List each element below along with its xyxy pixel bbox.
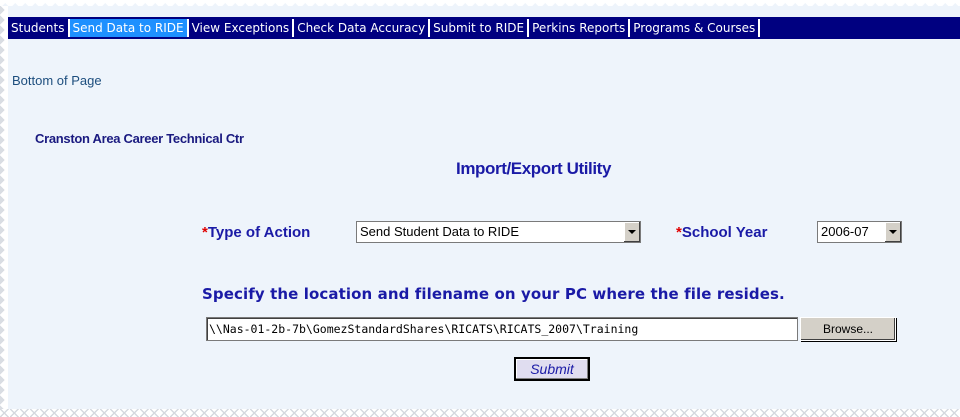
nav-item-view-exceptions[interactable]: View Exceptions — [189, 19, 295, 37]
page-edge-bottom — [0, 409, 960, 417]
top-nav: Students Send Data to RIDE View Exceptions… — [8, 17, 960, 39]
type-of-action-select[interactable]: Send Student Data to RIDE — [356, 221, 641, 243]
page-title: Import/Export Utility — [456, 159, 611, 178]
school-year-label: *School Year — [676, 224, 767, 241]
nav-item-send-data-to-ride[interactable]: Send Data to RIDE — [69, 19, 189, 37]
file-path-input[interactable]: \\Nas-01-2b-7b\GomezStandardShares\RICAT… — [206, 317, 798, 341]
nav-item-perkins-reports[interactable]: Perkins Reports — [529, 19, 631, 37]
browse-button[interactable]: Browse... — [800, 317, 896, 341]
chevron-down-icon[interactable] — [884, 222, 901, 242]
type-of-action-label: *Type of Action — [202, 224, 310, 241]
type-of-action-label-text: Type of Action — [207, 224, 311, 241]
page-edge-left — [0, 0, 8, 417]
bottom-of-page-link[interactable]: Bottom of Page — [12, 73, 102, 88]
nav-item-students[interactable]: Students — [8, 19, 70, 37]
school-year-value: 2006-07 — [821, 224, 869, 239]
school-year-select[interactable]: 2006-07 — [817, 221, 902, 243]
organization-name: Cranston Area Career Technical Ctr — [35, 131, 244, 146]
nav-item-check-data-accuracy[interactable]: Check Data Accuracy — [294, 19, 431, 37]
type-of-action-value: Send Student Data to RIDE — [360, 224, 519, 239]
chevron-down-icon[interactable] — [623, 222, 640, 242]
file-location-prompt: Specify the location and filename on you… — [202, 285, 785, 303]
submit-button[interactable]: Submit — [514, 357, 590, 381]
nav-item-submit-to-ride[interactable]: Submit to RIDE — [430, 19, 530, 37]
school-year-label-text: School Year — [681, 224, 768, 241]
page-content: Students Send Data to RIDE View Exceptions… — [8, 5, 960, 409]
page-edge-top — [0, 0, 960, 6]
nav-item-programs-courses[interactable]: Programs & Courses — [630, 19, 761, 37]
